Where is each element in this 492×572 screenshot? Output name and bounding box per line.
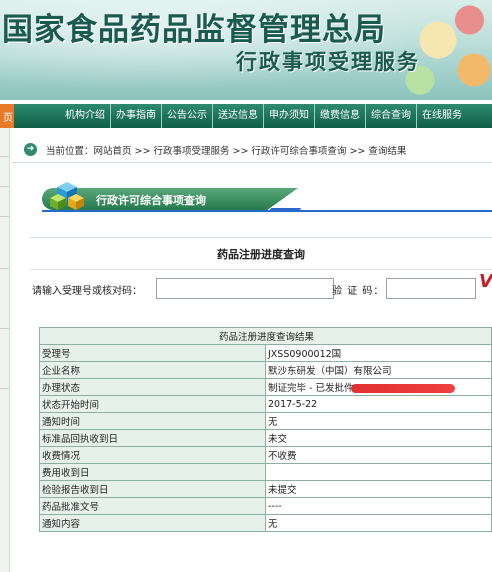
row-value: JXSS0900012国 — [265, 344, 492, 362]
accept-no-input[interactable] — [156, 278, 334, 299]
row-value: ---- — [265, 497, 492, 515]
redaction-mark — [351, 384, 456, 393]
row-key: 企业名称 — [39, 361, 266, 379]
row-key: 受理号 — [39, 344, 266, 362]
row-key: 标准品回执收到日 — [39, 429, 266, 447]
breadcrumb: ➜ 当前位置：网站首页 >> 行政事项受理服务 >> 行政许可综合事项查询 >>… — [12, 140, 492, 160]
row-key: 费用收到日 — [39, 463, 266, 481]
sidebar-divider — [0, 216, 9, 217]
row-value: 无 — [265, 514, 492, 532]
breadcrumb-divider — [12, 162, 492, 163]
service-subtitle: 行政事项受理服务 — [236, 49, 420, 74]
arrow-right-icon: ➜ — [24, 143, 37, 156]
row-key: 检验报告收到日 — [39, 480, 266, 498]
row-key: 办理状态 — [39, 378, 266, 396]
table-row: 企业名称 默沙东研发（中国）有限公司 — [39, 361, 492, 379]
nav-item-fees[interactable]: 缴费信息 — [315, 104, 366, 128]
row-key: 通知内容 — [39, 514, 266, 532]
row-value — [265, 463, 492, 481]
cubes-icon — [50, 182, 84, 210]
row-value: 未交 — [265, 429, 492, 447]
nav-item-instructions[interactable]: 申办须知 — [264, 104, 315, 128]
status-text: 制证完毕 - 已发批件 — [268, 383, 354, 394]
nav-menu: 机构介绍 办事指南 公告公示 送达信息 申办须知 缴费信息 综合查询 在线服务 — [60, 104, 467, 128]
nav-item-org[interactable]: 机构介绍 — [60, 104, 111, 128]
home-tab-label: 页 — [3, 113, 13, 124]
nav-item-notice[interactable]: 公告公示 — [162, 104, 213, 128]
accept-no-label: 请输入受理号或核对码： — [32, 286, 142, 297]
table-row: 受理号 JXSS0900012国 — [39, 344, 492, 362]
table-row: 办理状态 制证完毕 - 已发批件 — [39, 378, 492, 396]
table-row: 费用收到日 — [39, 463, 492, 481]
table-row: 检验报告收到日 未提交 — [39, 480, 492, 498]
table-row: 标准品回执收到日 未交 — [39, 429, 492, 447]
query-title: 药品注册进度查询 — [217, 248, 305, 261]
header-banner: 国家食品药品监督管理总局 行政事项受理服务 — [0, 0, 492, 100]
nav-item-guide[interactable]: 办事指南 — [111, 104, 162, 128]
query-form: 药品注册进度查询 请输入受理号或核对码： 验 证 码： V — [30, 237, 492, 302]
row-value: 2017-5-22 — [265, 395, 492, 413]
sidebar-divider — [0, 186, 9, 187]
nav-item-search[interactable]: 综合查询 — [366, 104, 417, 128]
left-sidebar-strip — [0, 128, 10, 572]
table-row: 通知时间 无 — [39, 412, 492, 430]
breadcrumb-text: 当前位置：网站首页 >> 行政事项受理服务 >> 行政许可综合事项查询 >> 查… — [46, 146, 407, 157]
row-value-status: 制证完毕 - 已发批件 — [265, 378, 492, 396]
captcha-label: 验 证 码： — [332, 286, 385, 297]
query-divider — [30, 269, 492, 270]
section-tab-edge — [268, 208, 302, 211]
home-tab[interactable]: 页 — [0, 104, 14, 128]
results-title: 药品注册进度查询结果 — [39, 327, 492, 345]
row-value: 未提交 — [265, 480, 492, 498]
row-key: 通知时间 — [39, 412, 266, 430]
agency-title: 国家食品药品监督管理总局 — [2, 12, 386, 48]
main-nav: 页 机构介绍 办事指南 公告公示 送达信息 申办须知 缴费信息 综合查询 在线服… — [0, 104, 492, 128]
table-row: 状态开始时间 2017-5-22 — [39, 395, 492, 413]
captcha-input[interactable] — [386, 278, 476, 299]
nav-item-online[interactable]: 在线服务 — [417, 104, 467, 128]
table-row: 通知内容 无 — [39, 514, 492, 532]
sidebar-divider — [0, 268, 9, 269]
nav-item-delivery[interactable]: 送达信息 — [213, 104, 264, 128]
sidebar-divider — [0, 156, 9, 157]
results-header-row: 药品注册进度查询结果 — [39, 327, 492, 345]
table-row: 药品批准文号 ---- — [39, 497, 492, 515]
row-key: 收费情况 — [39, 446, 266, 464]
results-table: 药品注册进度查询结果 受理号 JXSS0900012国 企业名称 默沙东研发（中… — [39, 327, 492, 532]
row-key: 药品批准文号 — [39, 497, 266, 515]
row-value: 无 — [265, 412, 492, 430]
captcha-image[interactable]: V — [479, 271, 492, 292]
table-row: 收费情况 不收费 — [39, 446, 492, 464]
row-value: 默沙东研发（中国）有限公司 — [265, 361, 492, 379]
sidebar-divider — [0, 388, 9, 389]
row-value: 不收费 — [265, 446, 492, 464]
row-key: 状态开始时间 — [39, 395, 266, 413]
sidebar-divider — [0, 328, 9, 329]
section-title: 行政许可综合事项查询 — [96, 194, 206, 207]
section-underline — [42, 210, 492, 212]
